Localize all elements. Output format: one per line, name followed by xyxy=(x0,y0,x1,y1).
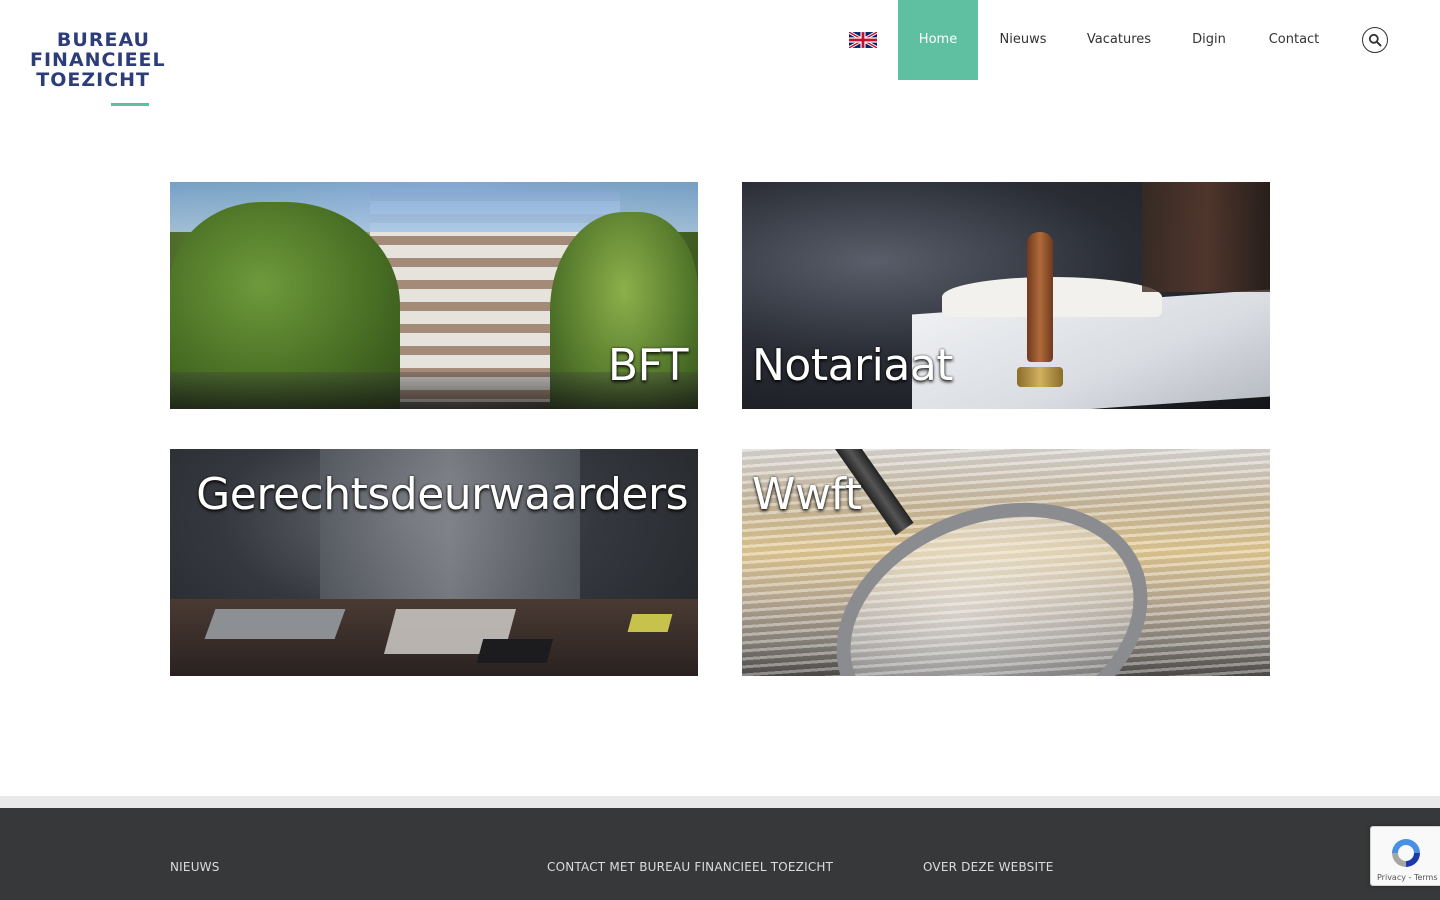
site-footer: NIEUWS CONTACT MET BUREAU FINANCIEEL TOE… xyxy=(0,808,1440,900)
search-icon xyxy=(1368,33,1382,47)
site-logo[interactable]: BUREAU FINANCIEEL TOEZICHT xyxy=(30,29,166,106)
uk-flag-icon[interactable] xyxy=(848,30,878,50)
tile-wwft[interactable]: Wwft xyxy=(742,449,1270,676)
tile-label-bft: BFT xyxy=(607,340,689,391)
logo-underline xyxy=(111,103,149,106)
tile-label-wwft: Wwft xyxy=(752,469,862,520)
footer-heading-contact: CONTACT MET BUREAU FINANCIEEL TOEZICHT xyxy=(547,860,834,874)
recaptcha-badge[interactable]: Privacy - Terms xyxy=(1370,826,1440,886)
nav-nieuws[interactable]: Nieuws xyxy=(993,0,1053,80)
recaptcha-icon xyxy=(1392,839,1420,867)
nav-digin[interactable]: Digin xyxy=(1185,0,1233,80)
site-header: BUREAU FINANCIEEL TOEZICHT Home Nieuws V… xyxy=(0,0,1440,120)
nav-contact[interactable]: Contact xyxy=(1263,0,1325,80)
logo-line-2: FINANCIEEL xyxy=(30,49,166,71)
logo-line-1: BUREAU xyxy=(56,29,150,51)
tile-label-gerechtsdeurwaarders: Gerechtsdeurwaarders xyxy=(196,469,688,520)
footer-separator xyxy=(0,796,1440,808)
logo-line-3: TOEZICHT xyxy=(36,69,150,91)
tile-gerechtsdeurwaarders[interactable]: Gerechtsdeurwaarders xyxy=(170,449,698,676)
nav-home[interactable]: Home xyxy=(898,0,978,80)
tile-notariaat[interactable]: Notariaat xyxy=(742,182,1270,409)
tile-bft[interactable]: BFT xyxy=(170,182,698,409)
footer-heading-over: OVER DEZE WEBSITE xyxy=(923,860,1054,874)
nav-vacatures[interactable]: Vacatures xyxy=(1082,0,1156,80)
stamp-image xyxy=(1027,232,1053,362)
recaptcha-links[interactable]: Privacy - Terms xyxy=(1377,873,1438,882)
footer-heading-nieuws: NIEUWS xyxy=(170,860,220,874)
tile-label-notariaat: Notariaat xyxy=(752,340,954,391)
search-button[interactable] xyxy=(1362,27,1388,53)
